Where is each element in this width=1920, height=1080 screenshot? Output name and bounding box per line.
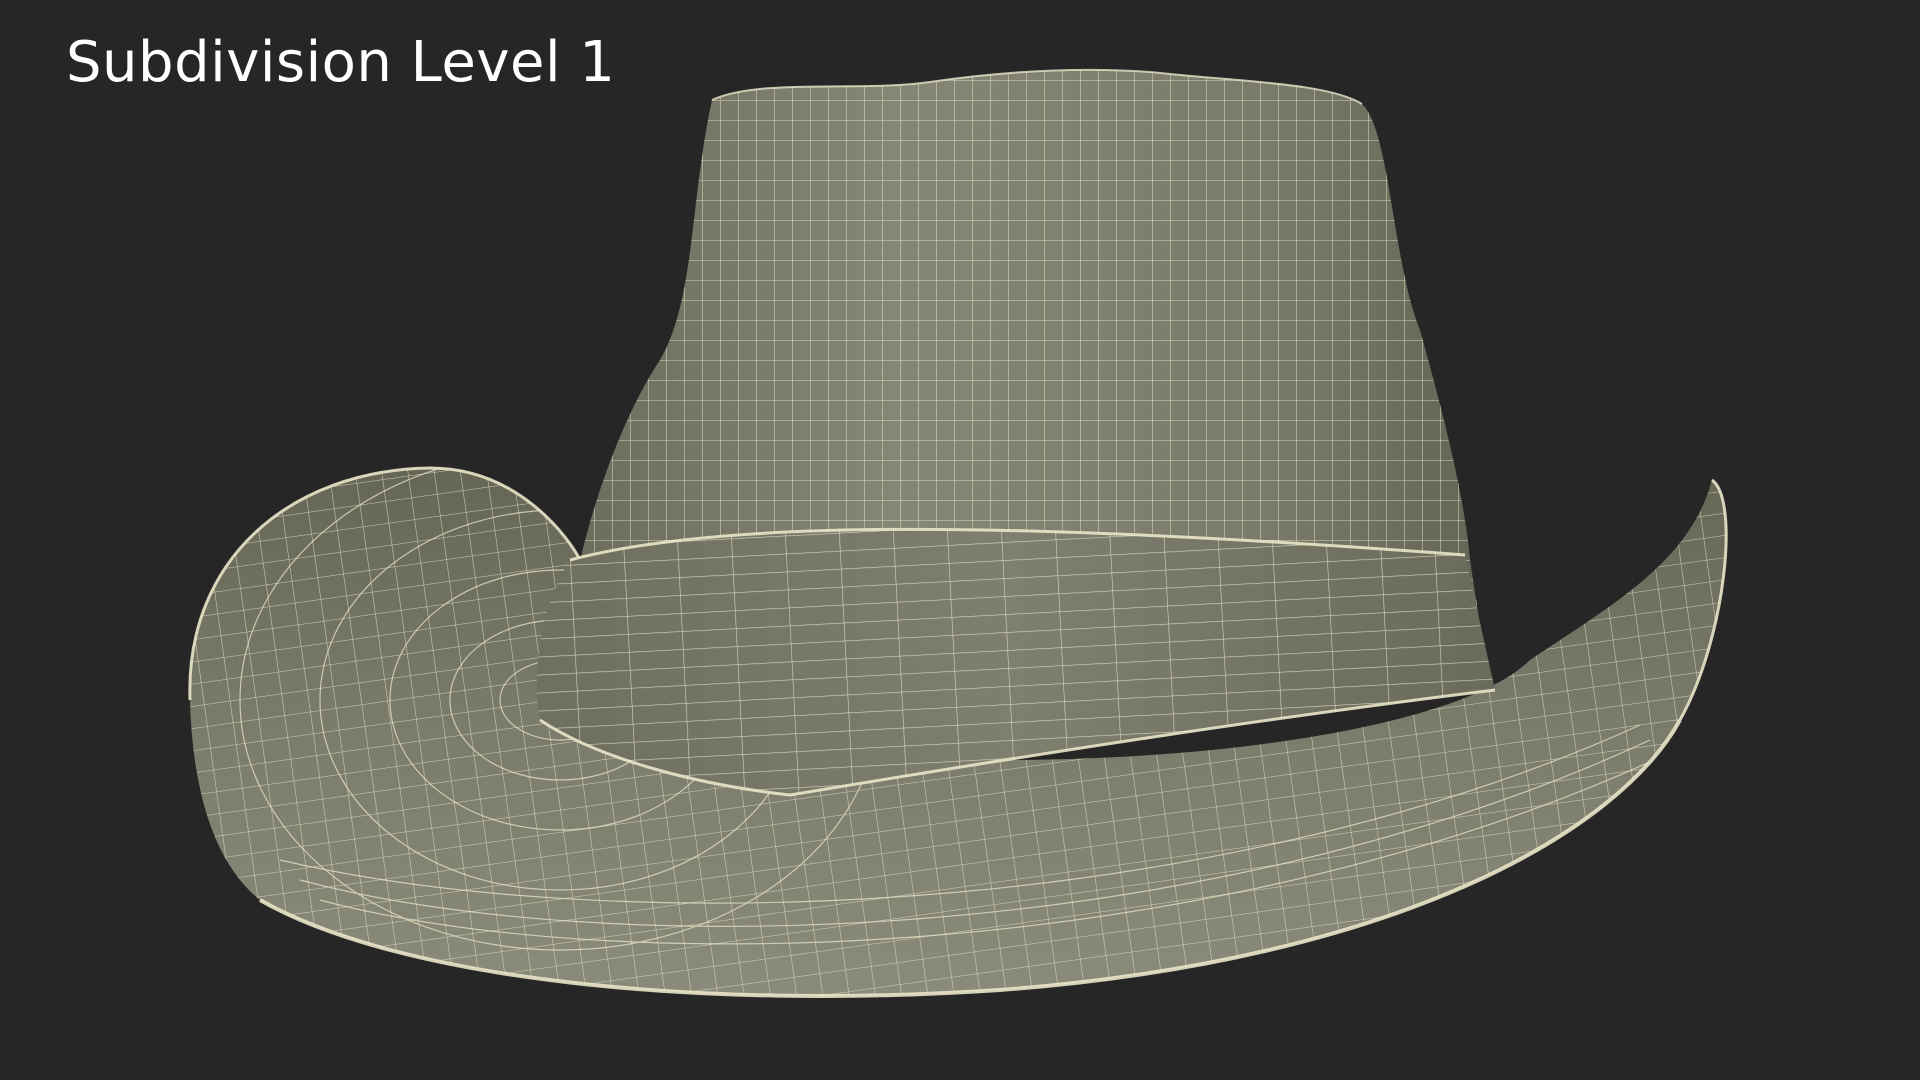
viewport: Subdivision Level 1 bbox=[0, 0, 1920, 1080]
hat-wireframe-render bbox=[188, 68, 1728, 998]
subdivision-level-caption: Subdivision Level 1 bbox=[66, 30, 616, 95]
